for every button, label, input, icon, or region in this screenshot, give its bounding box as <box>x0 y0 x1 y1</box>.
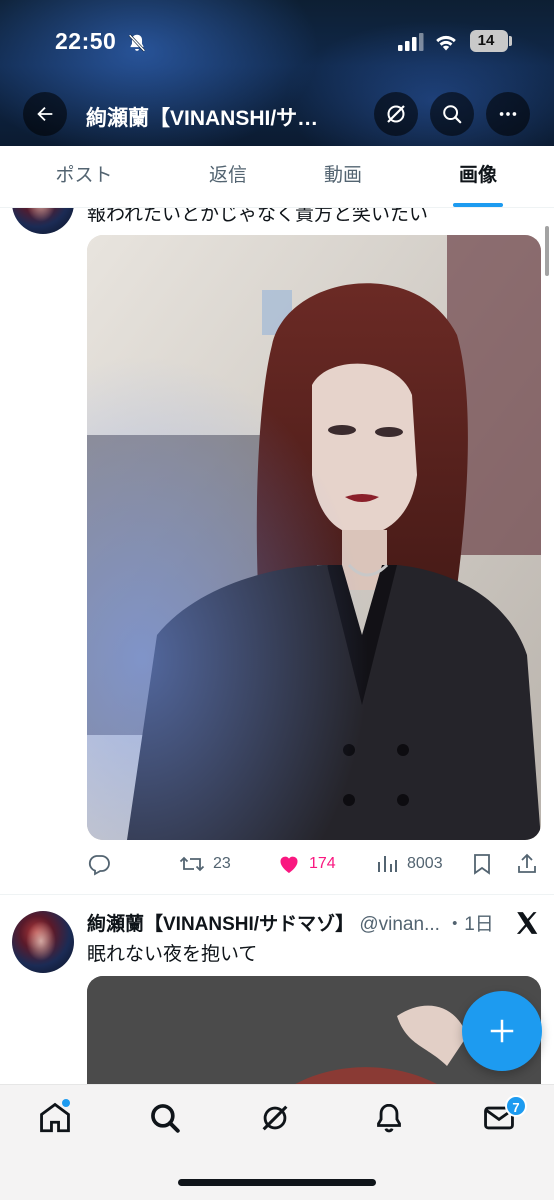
tweet-header: 絢瀬蘭【VINANSHI/サドマゾ】 @vinan... ・1日 <box>87 909 497 936</box>
grok-button[interactable] <box>374 92 418 136</box>
status-time: 22:50 <box>55 28 117 54</box>
grok-icon <box>262 1105 288 1131</box>
nav-notifications[interactable] <box>372 1101 406 1135</box>
avatar[interactable] <box>12 208 74 234</box>
search-button[interactable] <box>430 92 474 136</box>
views-chart-icon <box>378 856 397 872</box>
retweet-icon <box>179 856 205 872</box>
author-name[interactable]: 絢瀬蘭【VINANSHI/サドマゾ】 <box>87 914 354 935</box>
tab-replies-label: 返信 <box>208 165 247 186</box>
profile-header-banner: 22:50 14 絢瀬蘭【VINANSHI/サ… <box>0 0 554 146</box>
search-icon <box>151 1104 180 1133</box>
reply-icon <box>88 855 110 876</box>
tweet-text: 眠れない夜を抱いて <box>87 944 258 965</box>
tab-videos-label: 動画 <box>323 165 362 186</box>
nav-search[interactable] <box>148 1101 182 1135</box>
tweet-age: ・1日 <box>445 914 494 935</box>
cellular-signal-icon <box>398 33 424 51</box>
grok-icon <box>387 105 405 123</box>
scrollbar[interactable] <box>545 226 549 276</box>
profile-nav-row: 絢瀬蘭【VINANSHI/サ… <box>0 92 554 138</box>
active-tab-indicator <box>453 203 503 207</box>
tab-posts[interactable]: ポスト <box>38 146 130 208</box>
tab-media[interactable]: 画像 <box>438 146 518 208</box>
reply-button[interactable] <box>87 848 111 880</box>
back-button[interactable] <box>23 92 67 136</box>
battery-level: 14 <box>477 32 495 49</box>
more-icon <box>499 112 517 116</box>
tweet-divider <box>0 894 554 895</box>
bookmark-icon <box>474 854 490 875</box>
share-button[interactable] <box>515 848 539 880</box>
battery-indicator: 14 <box>470 30 508 52</box>
like-button[interactable]: 174 <box>277 848 336 880</box>
plus-icon <box>490 1019 514 1043</box>
x-logo-icon[interactable] <box>514 910 540 936</box>
back-arrow-icon <box>37 106 53 122</box>
nav-grok[interactable] <box>258 1101 292 1135</box>
tweet-text: 報われたいとかじゃなく貴方と笑いたい <box>87 208 429 225</box>
profile-title: 絢瀬蘭【VINANSHI/サ… <box>86 107 319 130</box>
share-icon <box>518 853 536 873</box>
more-button[interactable] <box>486 92 530 136</box>
tweet-action-bar: 23 174 8003 <box>87 848 547 880</box>
heart-filled-icon <box>280 856 298 873</box>
home-indicator[interactable] <box>178 1179 376 1186</box>
bookmark-button[interactable] <box>471 848 493 880</box>
home-unread-dot <box>62 1099 70 1107</box>
post-photo[interactable] <box>87 235 541 840</box>
avatar[interactable] <box>12 911 74 973</box>
notifications-icon <box>377 1103 401 1133</box>
tab-replies[interactable]: 返信 <box>188 146 268 208</box>
compose-button[interactable] <box>462 991 542 1071</box>
retweet-button[interactable]: 23 <box>179 848 231 880</box>
wifi-icon <box>436 35 456 51</box>
portrait-photo <box>87 235 541 840</box>
media-feed[interactable]: 報われたいとかじゃなく貴方と笑いたい 23 174 8003 絢瀬蘭【VINAN… <box>0 208 554 1084</box>
search-icon <box>443 105 462 124</box>
bell-muted-icon <box>128 34 146 52</box>
tab-media-label: 画像 <box>458 165 497 186</box>
retweet-count: 23 <box>213 855 231 872</box>
tab-posts-label: ポスト <box>55 165 113 186</box>
messages-badge: 7 <box>505 1095 527 1117</box>
profile-tabs: ポスト 返信 動画 画像 <box>0 146 554 208</box>
tab-videos[interactable]: 動画 <box>303 146 383 208</box>
like-count: 174 <box>309 855 336 872</box>
author-handle[interactable]: @vinan... <box>359 914 440 935</box>
battery-tip <box>509 36 512 46</box>
views-button[interactable]: 8003 <box>375 848 443 880</box>
view-count: 8003 <box>407 855 443 872</box>
status-bar: 22:50 14 <box>0 24 554 60</box>
